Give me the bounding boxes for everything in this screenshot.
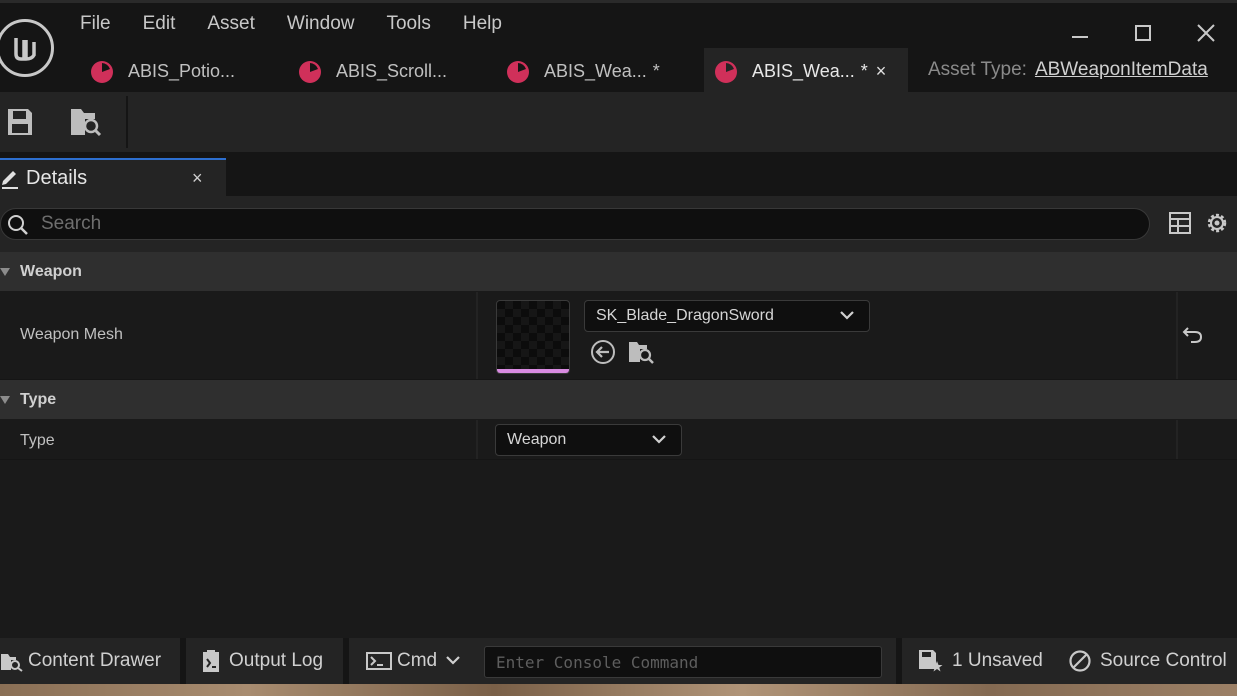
menu-edit[interactable]: Edit (127, 11, 192, 37)
menu-window[interactable]: Window (271, 11, 371, 37)
source-control-label: Source Control (1100, 650, 1227, 671)
browse-content-button[interactable] (68, 104, 104, 140)
property-name: Weapon Mesh (20, 326, 123, 343)
toolbar (0, 92, 1237, 152)
menu-tools[interactable]: Tools (370, 11, 446, 37)
search-box (0, 208, 1150, 240)
status-bar: Content Drawer Output Log Cmd 1 Unsaved (0, 638, 1237, 684)
search-input[interactable] (41, 212, 1131, 236)
tab-abis-potion[interactable]: ABIS_Potio... (80, 48, 288, 95)
content-drawer-button[interactable]: Content Drawer (0, 638, 180, 684)
data-asset-icon (91, 60, 113, 83)
tab-abis-weapon-1[interactable]: ABIS_Wea... * (496, 48, 704, 95)
unsaved-label: 1 Unsaved (952, 650, 1043, 671)
panel-tab-bar: Details × (0, 152, 1237, 196)
details-empty-area (0, 460, 1237, 638)
menu-asset[interactable]: Asset (191, 11, 271, 37)
details-title: Details (26, 166, 88, 189)
tab-abis-scroll[interactable]: ABIS_Scroll... (288, 48, 496, 95)
maximize-button[interactable] (1111, 13, 1174, 53)
use-selected-arrow-icon (591, 340, 615, 364)
property-row-type: Type Weapon (0, 420, 1237, 460)
minimize-icon (1071, 36, 1088, 38)
folder-search-icon (629, 342, 654, 364)
column-splitter[interactable] (476, 292, 478, 379)
content-drawer-icon (1, 654, 23, 672)
unsaved-button[interactable]: 1 Unsaved (902, 638, 1058, 684)
unreal-logo-icon[interactable] (0, 19, 54, 77)
category-type[interactable]: Type (0, 380, 1237, 420)
folder-search-icon (71, 109, 102, 137)
close-window-button[interactable] (1174, 13, 1237, 53)
menu-file[interactable]: File (64, 11, 127, 37)
gear-icon[interactable] (1204, 210, 1230, 236)
save-button[interactable] (2, 104, 38, 140)
category-label: Weapon (20, 262, 82, 280)
collapse-arrow-icon (0, 395, 10, 404)
terminal-icon (366, 652, 392, 670)
property-row-weapon-mesh: Weapon Mesh SK_Blade_DragonSword (0, 292, 1237, 380)
chevron-down-icon (840, 311, 854, 320)
desktop-background-strip (0, 684, 1237, 696)
details-close-button[interactable]: × (192, 168, 203, 189)
asset-tabs: ABIS_Potio... ABIS_Scroll... ABIS_Wea...… (80, 48, 908, 95)
reset-column-divider (1176, 292, 1178, 379)
category-label: Type (20, 390, 57, 408)
asset-type-color-bar (497, 369, 569, 373)
chevron-down-icon (446, 656, 460, 665)
content-drawer-label: Content Drawer (28, 650, 162, 671)
unsaved-marker: * (860, 61, 868, 81)
search-row (0, 196, 1237, 252)
tab-close-button[interactable]: × (876, 61, 887, 82)
close-icon (1196, 24, 1215, 42)
tab-label: ABIS_Potio... (128, 61, 236, 81)
column-splitter[interactable] (476, 420, 478, 459)
menu-bar: File Edit Asset Window Tools Help (64, 11, 518, 37)
asset-type-link[interactable]: ABWeaponItemData (1035, 59, 1208, 81)
output-log-button[interactable]: Output Log (186, 638, 343, 684)
tab-label: ABIS_Wea... (752, 61, 855, 81)
unsaved-save-icon (919, 650, 943, 672)
data-asset-icon (299, 60, 321, 83)
data-asset-icon (715, 60, 737, 83)
property-matrix-icon[interactable] (1168, 210, 1192, 236)
menu-help[interactable]: Help (447, 11, 518, 37)
data-asset-icon (507, 60, 529, 83)
source-control-button[interactable]: Source Control (1058, 638, 1237, 684)
details-pencil-icon (2, 171, 18, 189)
tab-label: ABIS_Wea... (544, 61, 647, 81)
minimize-button[interactable] (1048, 13, 1111, 53)
asset-type-label: Asset Type: (928, 59, 1027, 80)
asset-type: Asset Type: ABWeaponItemData (928, 59, 1208, 81)
window-controls (1048, 13, 1237, 53)
mesh-asset-picker[interactable]: SK_Blade_DragonSword (584, 300, 870, 332)
chevron-down-icon (652, 435, 666, 444)
output-log-icon (203, 650, 219, 672)
reset-to-default-icon[interactable] (1182, 325, 1204, 345)
maximize-icon (1134, 25, 1151, 41)
cmd-label: Cmd (397, 650, 438, 671)
tab-abis-weapon-2[interactable]: ABIS_Wea... * × (704, 48, 908, 95)
toolbar-separator (126, 96, 128, 148)
category-weapon[interactable]: Weapon (0, 252, 1237, 292)
browse-asset-button[interactable] (627, 338, 655, 366)
use-selected-asset-button[interactable] (589, 338, 617, 366)
type-value: Weapon (507, 431, 567, 448)
cmd-selector[interactable]: Cmd (349, 638, 472, 684)
collapse-arrow-icon (0, 267, 10, 276)
search-icon (8, 215, 28, 235)
reset-column-divider (1176, 420, 1178, 459)
property-name: Type (20, 432, 55, 449)
save-icon (8, 109, 32, 135)
mesh-asset-value: SK_Blade_DragonSword (596, 307, 774, 324)
type-dropdown[interactable]: Weapon (495, 424, 682, 456)
title-bar: File Edit Asset Window Tools Help ABIS_P… (0, 0, 1237, 95)
output-log-label: Output Log (229, 650, 324, 671)
mesh-thumbnail[interactable] (496, 300, 570, 374)
tab-label: ABIS_Scroll... (336, 61, 448, 81)
details-tab[interactable]: Details × (0, 158, 226, 196)
console-command-input[interactable] (484, 646, 882, 678)
source-control-disabled-icon (1069, 650, 1091, 672)
unsaved-marker: * (652, 61, 660, 81)
